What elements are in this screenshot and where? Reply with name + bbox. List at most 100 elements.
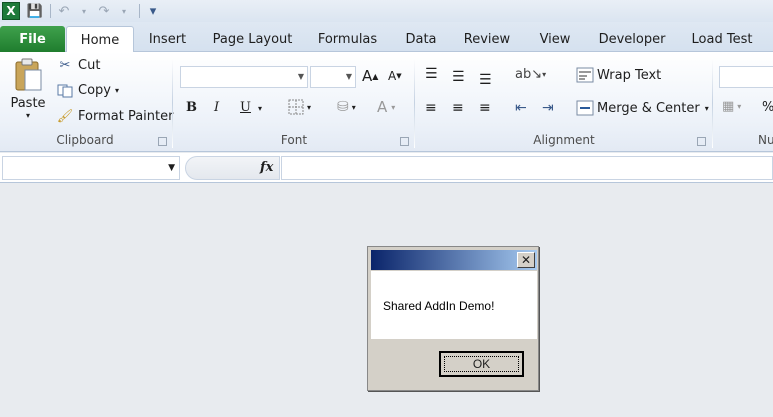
- tab-page-layout[interactable]: Page Layout: [205, 26, 300, 52]
- accounting-dropdown-icon: ▾: [737, 102, 742, 111]
- paste-button[interactable]: Paste ▾: [8, 58, 48, 128]
- redo-icon[interactable]: ↷: [95, 2, 113, 20]
- orientation-dropdown-icon: ▾: [542, 70, 547, 79]
- bold-button[interactable]: B: [186, 100, 197, 115]
- dialog-body: Shared AddIn Demo!: [371, 271, 537, 339]
- orientation-button[interactable]: ab↘ ▾: [515, 67, 546, 82]
- chevron-down-icon[interactable]: ▼: [168, 163, 175, 173]
- decrease-indent-button[interactable]: ⇤: [515, 100, 527, 116]
- alignment-group-label: Alignment: [533, 133, 595, 147]
- formula-buttons: fx: [185, 156, 280, 180]
- top-align-icon: ☰: [425, 66, 438, 82]
- decrease-indent-icon: ⇤: [515, 100, 527, 116]
- align-center-button[interactable]: ≡: [452, 100, 464, 116]
- tab-insert[interactable]: Insert: [140, 26, 195, 52]
- name-box[interactable]: ▼: [2, 156, 180, 180]
- chevron-down-icon: ▼: [297, 72, 304, 81]
- save-icon[interactable]: 💾: [26, 2, 44, 20]
- paste-label: Paste: [10, 96, 46, 111]
- undo-icon[interactable]: ↶: [55, 2, 73, 20]
- copy-icon: [56, 84, 74, 98]
- insert-function-button[interactable]: fx: [260, 160, 273, 175]
- undo-dropdown-icon[interactable]: ▾: [75, 2, 93, 20]
- format-painter-button[interactable]: 🖌 Format Painter: [56, 109, 174, 124]
- font-size-combo[interactable]: ▼: [310, 66, 356, 88]
- shrink-font-button[interactable]: A ▼: [388, 69, 402, 83]
- accounting-format-button[interactable]: ▦ ▾: [722, 99, 741, 114]
- font-name-combo[interactable]: ▼: [180, 66, 308, 88]
- align-left-icon: ≡: [425, 100, 437, 116]
- qat-separator: [139, 4, 140, 18]
- copy-label: Copy: [78, 83, 111, 98]
- format-painter-label: Format Painter: [78, 109, 174, 124]
- clipboard-launcher-icon[interactable]: [158, 137, 167, 146]
- tab-review[interactable]: Review: [456, 26, 518, 52]
- dialog-title-bar[interactable]: ✕: [371, 250, 537, 270]
- number-format-combo[interactable]: [719, 66, 773, 88]
- wrap-text-button[interactable]: Wrap Text: [576, 67, 661, 83]
- font-launcher-icon[interactable]: [400, 137, 409, 146]
- clipboard-group-label: Clipboard: [56, 133, 114, 147]
- wrap-text-label: Wrap Text: [597, 67, 662, 83]
- quick-access-toolbar: X 💾 ↶ ▾ ↷ ▾ ▾: [0, 0, 773, 22]
- top-align-button[interactable]: ☰: [425, 66, 438, 82]
- bottom-align-button[interactable]: ☰: [479, 72, 492, 88]
- borders-dropdown-icon: ▾: [307, 102, 312, 112]
- alignment-launcher-icon[interactable]: [697, 137, 706, 146]
- increase-indent-icon: ⇥: [542, 100, 554, 116]
- align-center-icon: ≡: [452, 100, 464, 116]
- borders-icon: [288, 99, 304, 115]
- dialog-message: Shared AddIn Demo!: [383, 299, 495, 313]
- paste-icon: [12, 58, 44, 92]
- bottom-align-icon: ☰: [479, 72, 492, 88]
- tab-file[interactable]: File: [0, 26, 65, 52]
- underline-dropdown-icon[interactable]: ▾: [258, 104, 262, 113]
- merge-dropdown-icon: ▾: [704, 103, 709, 113]
- underline-button[interactable]: U: [240, 100, 251, 115]
- shrink-font-icon: A: [388, 69, 397, 83]
- font-color-dropdown-icon: ▾: [391, 102, 396, 112]
- redo-dropdown-icon[interactable]: ▾: [115, 2, 133, 20]
- cut-label: Cut: [78, 58, 101, 73]
- message-dialog: ✕ Shared AddIn Demo! OK: [367, 246, 539, 391]
- grow-font-button[interactable]: A ▲: [362, 67, 378, 85]
- merge-center-label: Merge & Center: [597, 100, 700, 116]
- align-right-button[interactable]: ≡: [479, 100, 491, 116]
- percent-button[interactable]: %: [762, 100, 773, 115]
- borders-button[interactable]: ▾: [288, 99, 311, 115]
- align-left-button[interactable]: ≡: [425, 100, 437, 116]
- brush-icon: 🖌: [56, 109, 74, 124]
- copy-dropdown-icon[interactable]: ▾: [115, 86, 119, 95]
- cut-button[interactable]: ✂ Cut: [56, 58, 101, 73]
- font-color-button[interactable]: A ▾: [377, 98, 395, 116]
- italic-button[interactable]: I: [214, 100, 219, 115]
- merge-center-button[interactable]: Merge & Center ▾: [576, 100, 709, 116]
- tab-load-test[interactable]: Load Test: [683, 26, 761, 52]
- tab-view[interactable]: View: [530, 26, 580, 52]
- wrap-text-icon: [576, 67, 594, 83]
- formula-input[interactable]: [281, 156, 773, 180]
- accounting-icon: ▦: [722, 99, 735, 114]
- ok-button[interactable]: OK: [439, 351, 524, 377]
- merge-center-icon: [576, 100, 594, 116]
- increase-indent-button[interactable]: ⇥: [542, 100, 554, 116]
- copy-button[interactable]: Copy ▾: [56, 83, 119, 98]
- paint-bucket-icon: ⛁: [337, 99, 349, 115]
- formula-bar: ▼ fx: [0, 153, 773, 183]
- customize-qat-icon[interactable]: ▾: [144, 2, 162, 20]
- fill-color-button[interactable]: ⛁ ▾: [337, 99, 356, 115]
- tab-home[interactable]: Home: [66, 26, 134, 53]
- close-button[interactable]: ✕: [517, 252, 535, 268]
- middle-align-button[interactable]: ☰: [452, 69, 465, 85]
- excel-app-icon[interactable]: X: [2, 2, 20, 20]
- group-separator: [172, 58, 173, 148]
- font-color-icon: A: [377, 98, 388, 116]
- tab-developer[interactable]: Developer: [592, 26, 672, 52]
- fill-color-dropdown-icon: ▾: [351, 102, 356, 112]
- orientation-icon: ab↘: [515, 67, 543, 82]
- tab-data[interactable]: Data: [396, 26, 446, 52]
- qat-separator: [50, 4, 51, 18]
- paste-dropdown-icon: ▾: [25, 111, 30, 120]
- ribbon: Paste ▾ ✂ Cut Copy ▾ 🖌 Format Painter Cl…: [0, 52, 773, 152]
- tab-formulas[interactable]: Formulas: [310, 26, 385, 52]
